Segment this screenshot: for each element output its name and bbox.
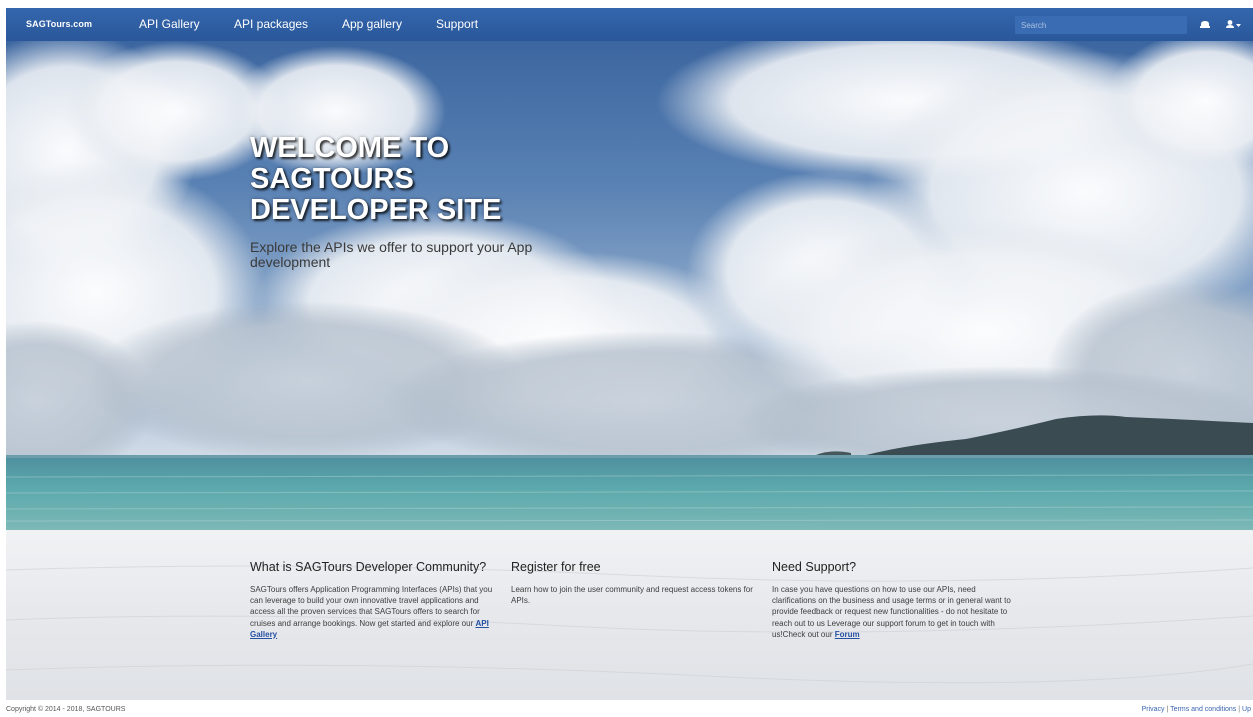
search-input[interactable] [1015, 16, 1187, 34]
caret-down-icon[interactable] [1235, 16, 1243, 32]
nav-link-api-gallery[interactable]: API Gallery [139, 17, 200, 31]
footer-terms-link[interactable]: Terms and conditions [1170, 706, 1236, 713]
feature-register-text: Learn how to join the user community and… [511, 585, 753, 606]
feature-about-text: SAGTours offers Application Programming … [250, 585, 493, 639]
footer-up-link[interactable]: Up [1242, 706, 1251, 713]
footer-separator: | [1238, 706, 1241, 713]
forum-link[interactable]: Forum [835, 630, 860, 639]
nav-link-app-gallery[interactable]: App gallery [342, 17, 402, 31]
feature-about: What is SAGTours Developer Community? SA… [250, 556, 498, 640]
top-navbar: SAGTours.com API Gallery API packages Ap… [6, 8, 1253, 41]
hero-subtitle: Explore the APIs we offer to support you… [250, 239, 533, 270]
feature-about-title: What is SAGTours Developer Community? [250, 560, 487, 574]
hero-title: WELCOME TO SAGTOURS DEVELOPER SITE [250, 132, 502, 226]
footer-links: Privacy | Terms and conditions | Up [1142, 706, 1251, 713]
footer-separator: | [1166, 706, 1169, 713]
footer-privacy-link[interactable]: Privacy [1142, 706, 1165, 713]
nav-link-api-packages[interactable]: API packages [234, 17, 308, 31]
nav-link-support[interactable]: Support [436, 17, 478, 31]
page: SAGTours.com API Gallery API packages Ap… [0, 0, 1253, 717]
feature-register: Register for free Learn how to join the … [511, 556, 755, 606]
user-icon[interactable] [1225, 16, 1235, 32]
feature-support-text: In case you have questions on how to use… [772, 585, 1011, 639]
hero-background-image [6, 41, 1253, 530]
footer-copyright: Copyright © 2014 - 2018, SAGTOURS [6, 706, 126, 713]
feature-section: What is SAGTours Developer Community? SA… [6, 530, 1253, 700]
feature-support-title: Need Support? [772, 560, 857, 574]
feature-support: Need Support? In case you have questions… [772, 556, 1016, 640]
cloud-icon[interactable] [1199, 16, 1211, 32]
feature-register-title: Register for free [511, 560, 601, 574]
hero-banner: WELCOME TO SAGTOURS DEVELOPER SITE Explo… [6, 41, 1253, 530]
brand-link[interactable]: SAGTours.com [26, 19, 92, 29]
